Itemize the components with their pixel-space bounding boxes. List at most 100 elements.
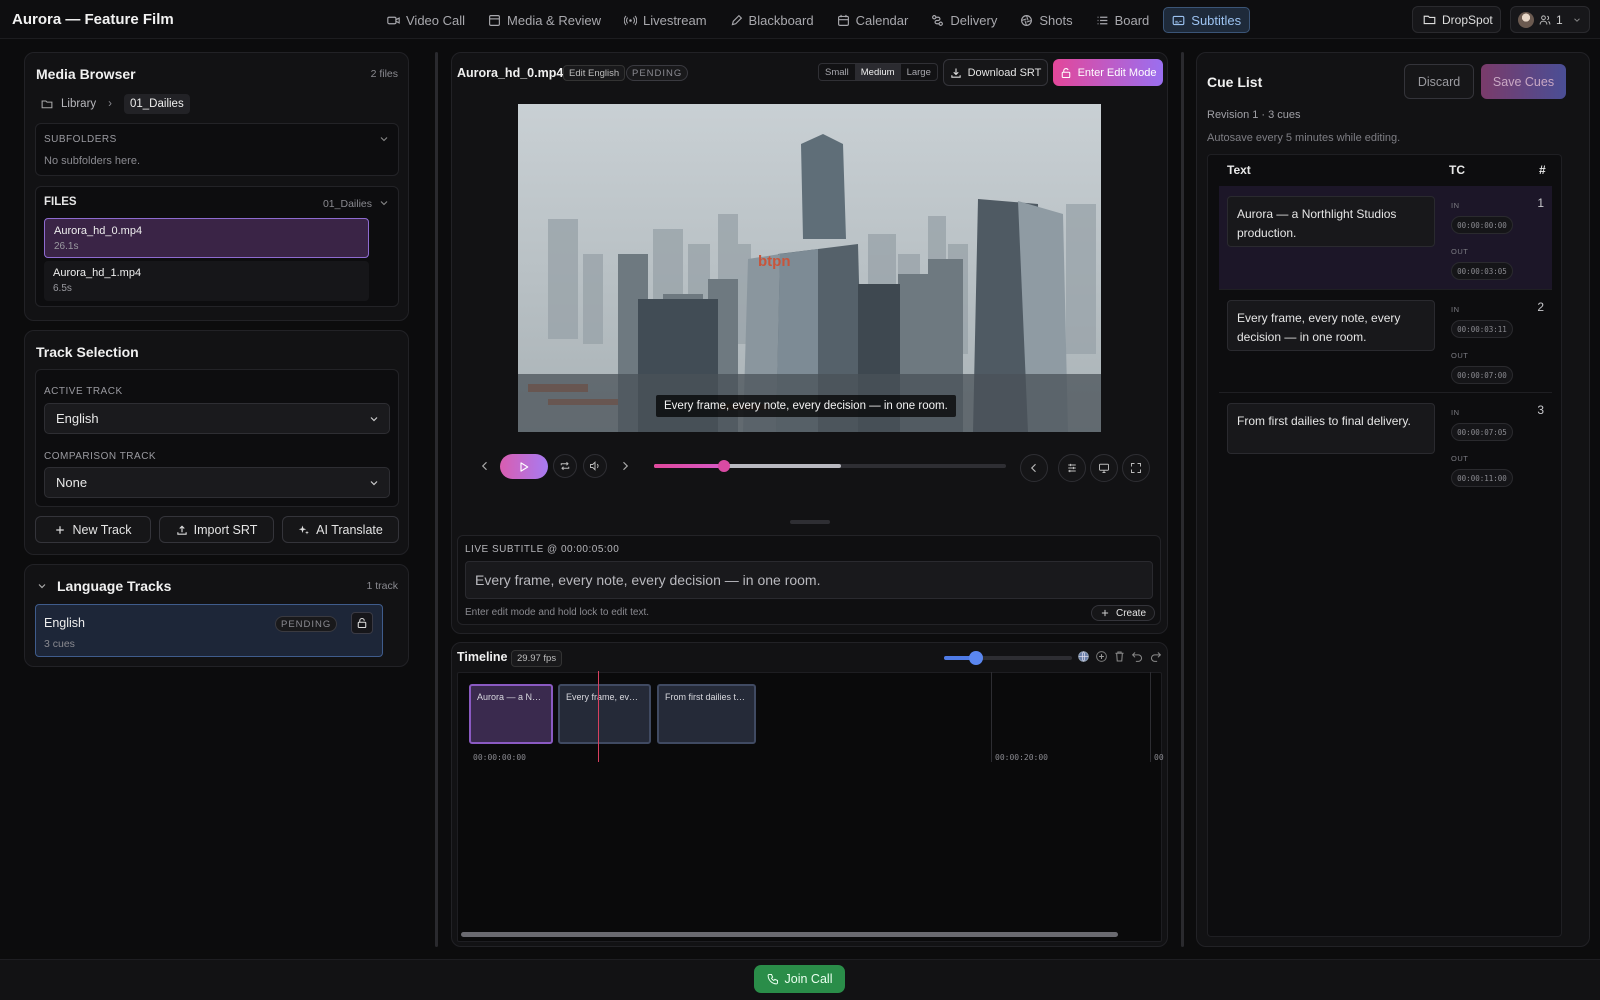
live-subtitle-input[interactable]: Every frame, every note, every decision … xyxy=(465,561,1153,599)
fullscreen-icon xyxy=(1131,463,1141,473)
timeline-tick-label: 00:00:00:00 xyxy=(473,753,526,762)
create-cue-button[interactable]: Create xyxy=(1091,605,1155,621)
enter-edit-mode-button[interactable]: Enter Edit Mode xyxy=(1053,59,1163,86)
tc-in-value[interactable]: 00:00:07:05 xyxy=(1451,423,1513,441)
timeline-clip[interactable]: From first dailies to ... xyxy=(657,684,756,744)
undo-icon[interactable] xyxy=(1131,650,1144,663)
nav-shots[interactable]: Shots xyxy=(1011,7,1081,33)
cue-row[interactable]: From first dailies to final delivery. IN… xyxy=(1219,393,1552,496)
tc-in-value[interactable]: 00:00:00:00 xyxy=(1451,216,1513,234)
timeline-playhead[interactable] xyxy=(598,671,599,762)
participants-chip[interactable]: 1 xyxy=(1510,6,1590,33)
globe-icon[interactable] xyxy=(1077,650,1090,663)
nav-label: Media & Review xyxy=(507,12,601,28)
video-icon xyxy=(387,16,400,24)
video-frame[interactable]: btpn xyxy=(518,104,1101,432)
cue-text-field[interactable]: Aurora — a Northlight Studios production… xyxy=(1227,196,1435,247)
discard-button[interactable]: Discard xyxy=(1404,64,1474,99)
nav-delivery[interactable]: Delivery xyxy=(922,7,1006,33)
nav-subtitles[interactable]: Subtitles xyxy=(1163,7,1251,33)
join-call-button[interactable]: Join Call xyxy=(754,965,845,993)
tc-out-value[interactable]: 00:00:11:00 xyxy=(1451,469,1513,487)
file-duration: 26.1s xyxy=(54,241,79,252)
chevron-down-icon[interactable] xyxy=(378,133,390,145)
panel-resize-handle[interactable] xyxy=(1181,52,1184,947)
cue-row[interactable]: Every frame, every note, every decision … xyxy=(1219,290,1552,393)
redo-icon[interactable] xyxy=(1149,650,1162,663)
cue-number: 1 xyxy=(1537,196,1544,210)
tc-out-value[interactable]: 00:00:03:05 xyxy=(1451,262,1513,280)
media-icon xyxy=(489,14,500,26)
dropspot-button[interactable]: DropSpot xyxy=(1412,6,1501,33)
app-title: Aurora — Feature Film xyxy=(12,11,174,28)
volume-button[interactable] xyxy=(583,454,607,478)
track-lock-button[interactable] xyxy=(351,612,373,634)
nav-media-review[interactable]: Media & Review xyxy=(479,7,610,33)
file-count: 2 files xyxy=(370,68,398,80)
tc-in-label: IN xyxy=(1451,408,1460,417)
play-button[interactable] xyxy=(500,454,548,479)
chevron-down-icon[interactable] xyxy=(378,197,390,209)
plus-icon[interactable] xyxy=(1095,650,1108,663)
live-subtitle-box: LIVE SUBTITLE @ 00:00:05:00 Every frame,… xyxy=(457,535,1161,625)
timeline-zoom-slider[interactable] xyxy=(944,651,1072,665)
nav-label: Calendar xyxy=(855,12,909,28)
dropspot-label: DropSpot xyxy=(1442,12,1493,27)
nav-calendar[interactable]: Calendar xyxy=(828,7,918,33)
route-icon xyxy=(932,14,944,26)
player-status-badge: PENDING xyxy=(626,65,689,81)
track-selection-panel: Track Selection ACTIVE TRACK English COM… xyxy=(24,330,409,555)
size-small-option[interactable]: Small xyxy=(819,64,855,80)
breadcrumb: Library › 01_Dailies xyxy=(41,94,190,114)
cue-row-selected[interactable]: Aurora — a Northlight Studios production… xyxy=(1219,186,1552,290)
player-size-toggle: Small Medium Large xyxy=(818,63,938,81)
save-cues-button[interactable]: Save Cues xyxy=(1481,64,1566,99)
active-track-select[interactable]: English xyxy=(44,403,390,434)
size-large-option[interactable]: Large xyxy=(901,64,937,80)
previous-cue-button[interactable] xyxy=(1020,454,1048,482)
nav-video-call[interactable]: Video Call xyxy=(378,7,474,33)
file-row[interactable]: Aurora_hd_1.mp4 6.5s xyxy=(44,261,369,301)
tc-out-value[interactable]: 00:00:07:00 xyxy=(1451,366,1513,384)
ai-translate-label: AI Translate xyxy=(316,522,383,537)
language-track-item[interactable]: English 3 cues PENDING xyxy=(35,604,383,657)
files-section: FILES 01_Dailies Aurora_hd_0.mp4 26.1s A… xyxy=(35,186,399,307)
file-row-selected[interactable]: Aurora_hd_0.mp4 26.1s xyxy=(44,218,369,258)
external-display-button[interactable] xyxy=(1090,454,1118,482)
panel-resize-handle[interactable] xyxy=(435,52,438,947)
size-medium-option[interactable]: Medium xyxy=(854,64,901,80)
file-name: Aurora_hd_1.mp4 xyxy=(53,267,142,279)
files-label: FILES xyxy=(44,196,77,208)
zoom-handle[interactable] xyxy=(969,651,983,665)
trash-icon[interactable] xyxy=(1113,650,1126,663)
import-srt-button[interactable]: Import SRT xyxy=(159,516,274,543)
settings-sliders-button[interactable] xyxy=(1058,454,1086,482)
breadcrumb-library[interactable]: Library xyxy=(61,98,96,110)
comparison-track-select[interactable]: None xyxy=(44,467,390,498)
new-track-button[interactable]: New Track xyxy=(35,516,151,543)
avatar xyxy=(1518,11,1534,28)
nav-livestream[interactable]: Livestream xyxy=(615,7,716,33)
tc-in-value[interactable]: 00:00:03:11 xyxy=(1451,320,1513,338)
cue-text-field[interactable]: From first dailies to final delivery. xyxy=(1227,403,1435,454)
loop-button[interactable] xyxy=(553,454,577,478)
nav-board[interactable]: Board xyxy=(1087,7,1159,33)
tc-out-label: OUT xyxy=(1451,454,1469,463)
nav-blackboard[interactable]: Blackboard xyxy=(721,7,823,33)
users-icon xyxy=(1539,14,1551,25)
timeline-clip[interactable]: Aurora — a Nort... xyxy=(469,684,553,744)
fullscreen-button[interactable] xyxy=(1122,454,1150,482)
breadcrumb-current-folder[interactable]: 01_Dailies xyxy=(124,94,190,114)
timeline-horizontal-scrollbar[interactable] xyxy=(461,932,1118,937)
download-srt-button[interactable]: Download SRT xyxy=(943,59,1048,86)
player-resize-handle[interactable] xyxy=(790,520,830,524)
chevron-down-icon[interactable] xyxy=(36,580,48,592)
cue-text-field[interactable]: Every frame, every note, every decision … xyxy=(1227,300,1435,351)
subfolders-section: SUBFOLDERS No subfolders here. xyxy=(35,123,399,176)
chevron-left-icon[interactable] xyxy=(479,460,491,472)
playback-scrubber[interactable] xyxy=(654,460,1006,472)
timeline-clip[interactable]: Every frame, every... xyxy=(558,684,651,744)
chevron-right-icon[interactable] xyxy=(619,460,631,472)
ai-translate-button[interactable]: AI Translate xyxy=(282,516,399,543)
import-srt-label: Import SRT xyxy=(193,522,258,537)
